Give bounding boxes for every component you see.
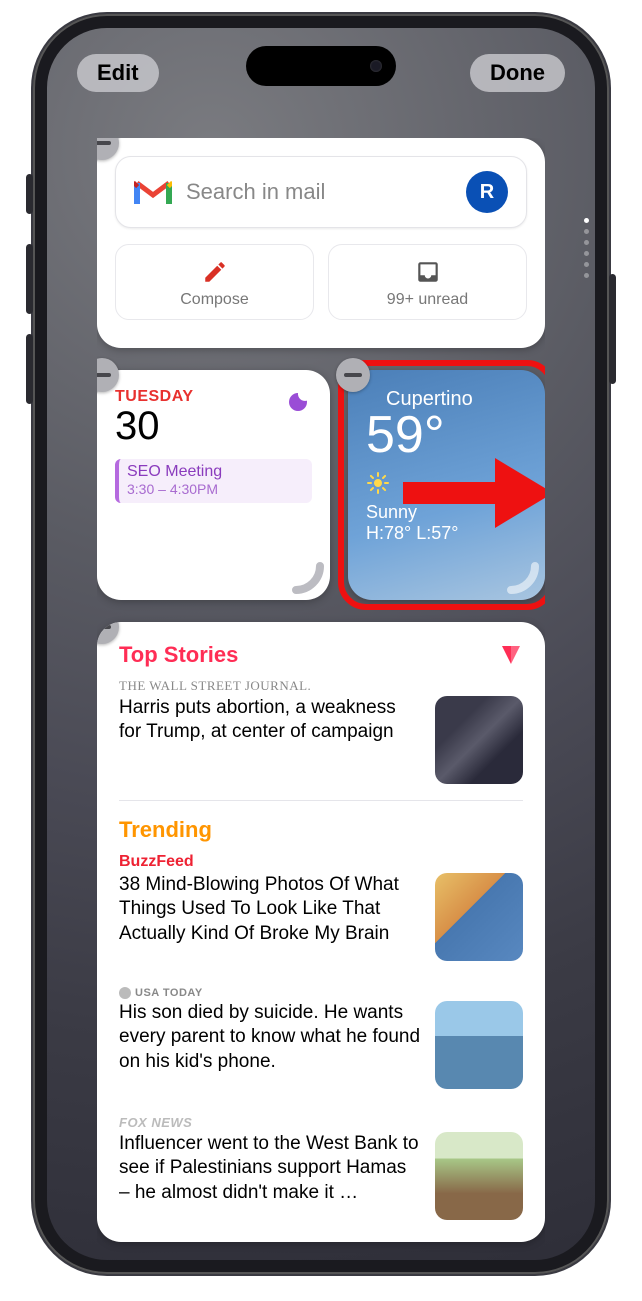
news-story[interactable]: 38 Mind-Blowing Photos Of What Things Us… <box>119 873 523 977</box>
inbox-icon <box>415 259 441 285</box>
news-thumbnail <box>435 1001 523 1089</box>
phone-frame: Edit Done <box>33 14 609 1274</box>
gmail-compose-button[interactable]: Compose <box>115 244 314 320</box>
trending-heading: Trending <box>119 817 523 843</box>
unread-label: 99+ unread <box>387 291 468 309</box>
news-story[interactable]: Influencer went to the West Bank to see … <box>119 1132 523 1236</box>
news-widget[interactable]: Top Stories THE WALL STREET JOURNAL. Har… <box>97 622 545 1242</box>
remove-widget-button[interactable] <box>97 138 119 160</box>
done-button[interactable]: Done <box>470 54 565 92</box>
news-source: USA TODAY <box>119 987 523 999</box>
news-headline: His son died by suicide. He wants every … <box>119 1001 421 1089</box>
apple-news-icon <box>499 643 523 667</box>
minus-icon <box>97 625 111 629</box>
volume-up-button <box>26 244 33 314</box>
calendar-event-time: 3:30 – 4:30PM <box>127 481 304 497</box>
volume-down-button <box>26 334 33 404</box>
remove-widget-button[interactable] <box>97 622 119 644</box>
news-thumbnail <box>435 1132 523 1220</box>
gmail-widget[interactable]: Search in mail R Compose 99+ unread <box>97 138 545 348</box>
news-headline: 38 Mind-Blowing Photos Of What Things Us… <box>119 873 421 961</box>
power-button <box>609 274 616 384</box>
annotation-arrow-icon <box>395 448 545 538</box>
news-source: THE WALL STREET JOURNAL. <box>119 678 523 694</box>
news-thumbnail <box>435 696 523 784</box>
compose-icon <box>202 259 228 285</box>
gmail-search-bar[interactable]: Search in mail R <box>115 156 527 228</box>
minus-icon <box>97 373 111 377</box>
remove-widget-button[interactable] <box>97 358 119 392</box>
news-story[interactable]: His son died by suicide. He wants every … <box>119 1001 523 1105</box>
compose-label: Compose <box>180 291 248 309</box>
calendar-event-title: SEO Meeting <box>127 463 304 481</box>
news-source: BuzzFeed <box>119 853 523 871</box>
edit-button[interactable]: Edit <box>77 54 159 92</box>
gmail-icon <box>134 177 172 207</box>
news-source: FOX NEWS <box>119 1115 523 1130</box>
calendar-date: 30 <box>115 404 312 449</box>
minus-icon <box>97 141 111 145</box>
gmail-search-placeholder: Search in mail <box>186 179 452 205</box>
news-story[interactable]: Harris puts abortion, a weakness for Tru… <box>119 696 523 801</box>
remove-widget-button[interactable] <box>336 358 370 392</box>
sun-icon <box>366 471 390 495</box>
top-stories-heading: Top Stories <box>119 642 238 668</box>
gmail-avatar[interactable]: R <box>466 171 508 213</box>
gmail-inbox-button[interactable]: 99+ unread <box>328 244 527 320</box>
moon-icon <box>286 390 310 414</box>
calendar-event[interactable]: SEO Meeting 3:30 – 4:30PM <box>115 459 312 503</box>
news-thumbnail <box>435 873 523 961</box>
calendar-widget[interactable]: TUESDAY 30 SEO Meeting 3:30 – 4:30PM <box>97 370 330 600</box>
dynamic-island <box>246 46 396 86</box>
news-headline: Influencer went to the West Bank to see … <box>119 1132 421 1220</box>
news-headline: Harris puts abortion, a weakness for Tru… <box>119 696 421 784</box>
minus-icon <box>344 373 362 377</box>
page-indicator <box>584 218 589 278</box>
today-view-screen: Edit Done <box>47 28 595 1260</box>
resize-handle[interactable] <box>505 560 541 596</box>
silent-switch <box>26 174 33 214</box>
resize-handle[interactable] <box>290 560 326 596</box>
